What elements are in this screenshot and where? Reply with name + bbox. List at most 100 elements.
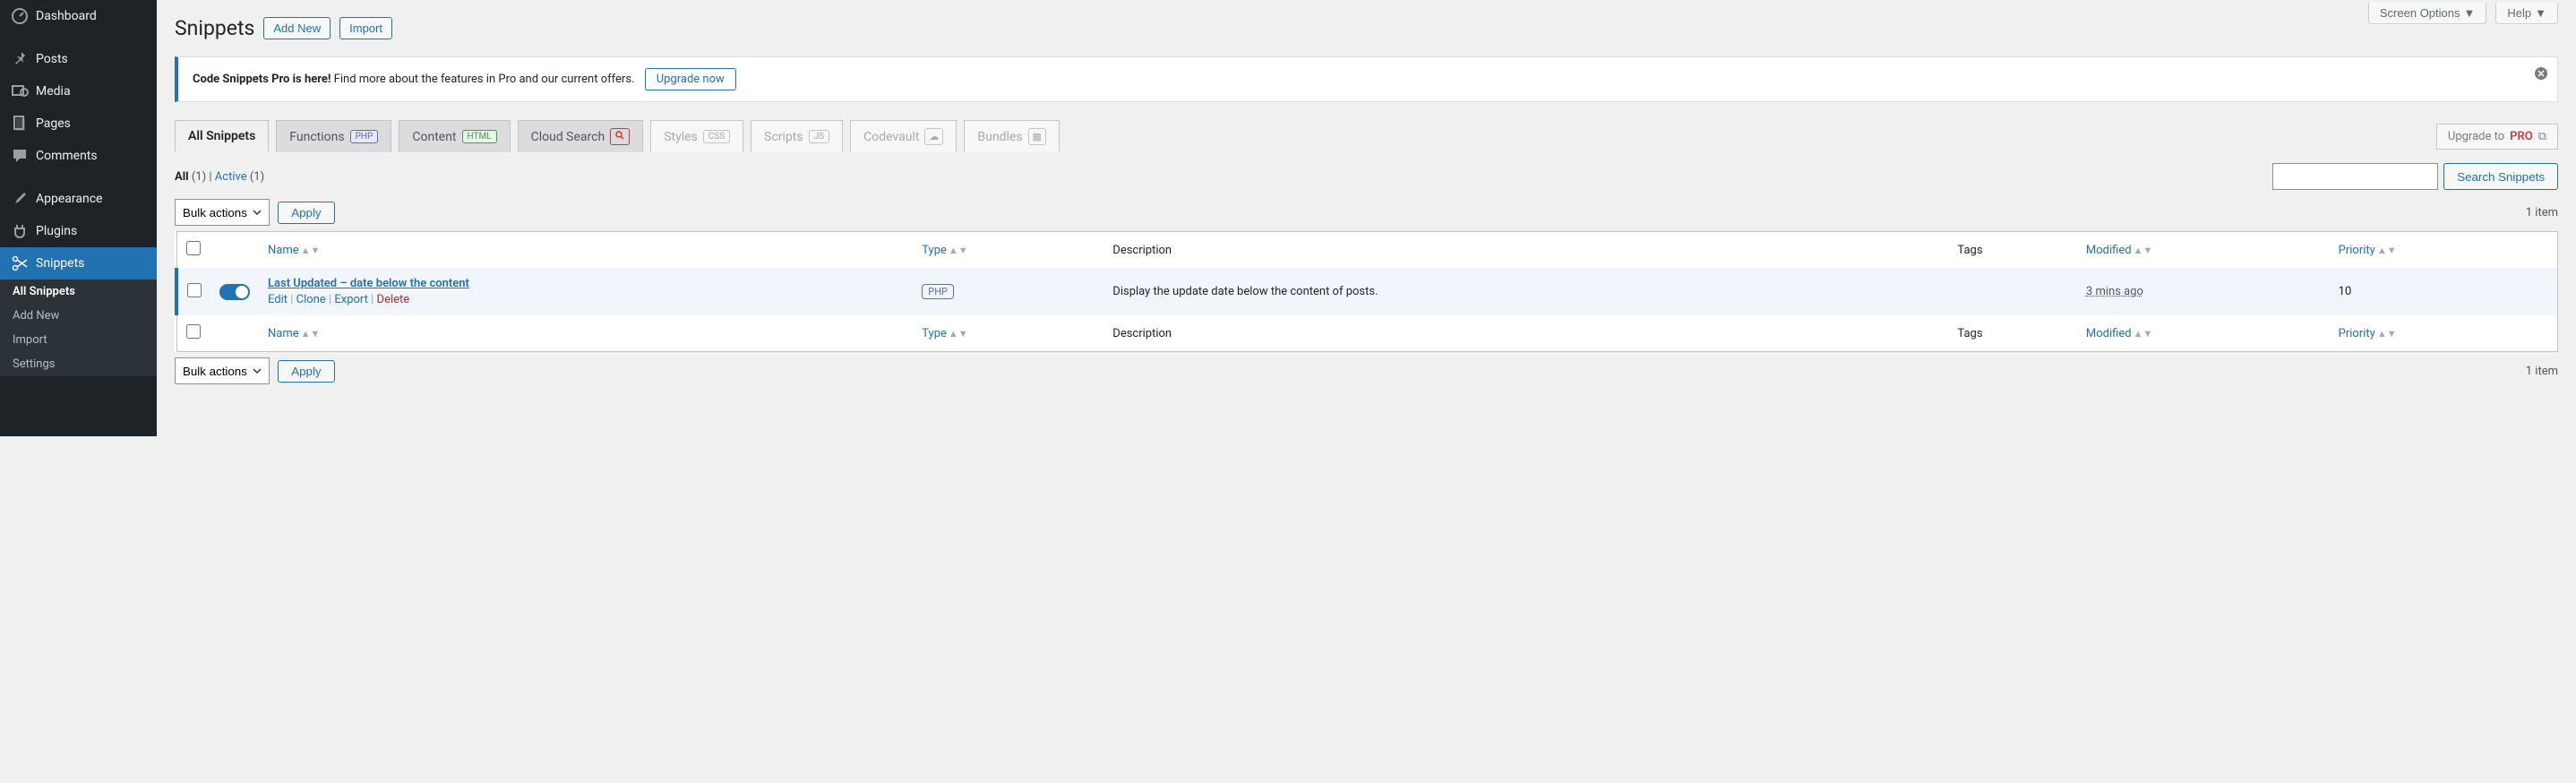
select-all-checkbox-bottom[interactable] [186,324,201,339]
tab-scripts: ScriptsJS [751,120,843,152]
sidebar-item-label: Pages [36,116,71,131]
apply-button-top[interactable]: Apply [278,202,334,224]
col-priority[interactable]: Priority▲▼ [2330,232,2558,269]
sidebar-item-label: Plugins [36,224,77,238]
row-priority: 10 [2330,268,2558,315]
comment-icon [11,147,29,165]
tab-codevault: Codevault☁ [850,120,957,152]
table-row: Last Updated – date below the content Ed… [176,268,2558,315]
search-icon [610,128,630,145]
sidebar-item-label: Dashboard [36,9,97,23]
tab-styles: StylesCSS [650,120,743,152]
tab-content[interactable]: ContentHTML [399,120,510,152]
row-actions: Edit | Clone | Export | Delete [268,293,904,306]
screen-options-button[interactable]: Screen Options ▼ [2368,3,2486,24]
filter-tabs: All Snippets FunctionsPHP ContentHTML Cl… [175,120,2436,152]
sidebar-item-label: Comments [36,149,98,163]
col-name[interactable]: Name▲▼ [259,232,913,269]
submenu-import[interactable]: Import [0,328,157,352]
close-icon[interactable] [2534,66,2548,84]
sidebar-item-label: Posts [36,52,68,66]
bulk-actions-select[interactable]: Bulk actions [175,199,270,226]
sidebar-item-snippets[interactable]: Snippets [0,247,157,280]
submenu-settings[interactable]: Settings [0,352,157,376]
item-count-top: 1 item [2526,206,2558,219]
pin-icon [11,50,29,68]
sort-icon: ▲▼ [949,328,968,340]
sort-icon: ▲▼ [2134,245,2153,256]
tab-cloud-search[interactable]: Cloud Search [518,120,644,152]
sidebar-item-appearance[interactable]: Appearance [0,183,157,215]
upgrade-to-pro-button[interactable]: Upgrade to PRO ⧉ [2436,124,2558,150]
media-icon [11,82,29,100]
notice-bold: Code Snippets Pro is here! [193,73,331,86]
js-badge: JS [809,130,829,143]
clone-link[interactable]: Clone [296,293,326,306]
sidebar-item-comments[interactable]: Comments [0,140,157,172]
dashboard-icon [11,7,29,25]
sidebar-item-media[interactable]: Media [0,75,157,108]
help-button[interactable]: Help ▼ [2495,3,2558,24]
sidebar-item-pages[interactable]: Pages [0,108,157,140]
sort-icon: ▲▼ [301,245,321,256]
sort-icon: ▲▼ [301,328,321,340]
apply-button-bottom[interactable]: Apply [278,360,334,383]
delete-link[interactable]: Delete [377,293,410,306]
col-modified-foot[interactable]: Modified▲▼ [2077,315,2330,352]
col-tags-foot: Tags [1948,315,2077,352]
bulk-actions-select-bottom[interactable]: Bulk actions [175,357,270,384]
select-all-checkbox[interactable] [186,241,201,255]
sidebar-item-posts[interactable]: Posts [0,43,157,75]
col-name-foot[interactable]: Name▲▼ [259,315,913,352]
sidebar-item-label: Snippets [36,256,84,271]
type-badge: PHP [922,284,954,299]
col-description: Description [1103,232,1948,269]
upgrade-now-link[interactable]: Upgrade now [645,68,736,90]
submenu-all-snippets[interactable]: All Snippets [0,280,157,304]
import-button[interactable]: Import [339,17,392,39]
col-type-foot[interactable]: Type▲▼ [913,315,1103,352]
search-input[interactable] [2272,163,2438,190]
plug-icon [11,222,29,240]
item-count-bottom: 1 item [2526,365,2558,378]
col-modified[interactable]: Modified▲▼ [2077,232,2330,269]
enable-toggle[interactable] [219,284,250,300]
export-link[interactable]: Export [334,293,368,306]
sidebar-submenu: All Snippets Add New Import Settings [0,280,157,376]
search-button[interactable]: Search Snippets [2443,163,2558,190]
sort-icon: ▲▼ [2377,245,2397,256]
filter-active-link[interactable]: Active [215,170,247,184]
sidebar-item-plugins[interactable]: Plugins [0,215,157,247]
row-description: Display the update date below the conten… [1103,268,1948,315]
admin-sidebar: Dashboard Posts Media Pages Comments App… [0,0,157,436]
sort-icon: ▲▼ [949,245,968,256]
chevron-down-icon: ▼ [2464,6,2476,20]
tab-all-snippets[interactable]: All Snippets [175,120,269,152]
chevron-down-icon: ▼ [2535,6,2546,20]
upgrade-notice: Code Snippets Pro is here! Find more abo… [175,56,2558,102]
scissors-icon [11,254,29,272]
submenu-add-new[interactable]: Add New [0,304,157,328]
notice-text: Find more about the features in Pro and … [331,73,637,86]
tab-bundles: Bundles▦ [964,120,1060,152]
cloud-icon: ☁ [924,128,943,145]
col-priority-foot[interactable]: Priority▲▼ [2330,315,2558,352]
col-type[interactable]: Type▲▼ [913,232,1103,269]
edit-link[interactable]: Edit [268,293,288,306]
external-link-icon: ⧉ [2538,130,2546,143]
php-badge: PHP [350,130,379,143]
col-description-foot: Description [1103,315,1948,352]
row-checkbox[interactable] [187,283,202,297]
main-content: Screen Options ▼ Help ▼ Snippets Add New… [157,0,2576,436]
page-title: Snippets [175,16,254,40]
col-tags: Tags [1948,232,2077,269]
status-filters: All (1) | Active (1) [175,170,264,184]
add-new-button[interactable]: Add New [263,17,331,39]
sort-icon: ▲▼ [2377,328,2397,340]
tab-functions[interactable]: FunctionsPHP [276,120,391,152]
pages-icon [11,115,29,133]
sidebar-item-dashboard[interactable]: Dashboard [0,0,157,32]
sidebar-item-label: Appearance [36,192,102,206]
pro-badge: PRO [2510,130,2533,143]
snippet-title-link[interactable]: Last Updated – date below the content [268,277,904,290]
